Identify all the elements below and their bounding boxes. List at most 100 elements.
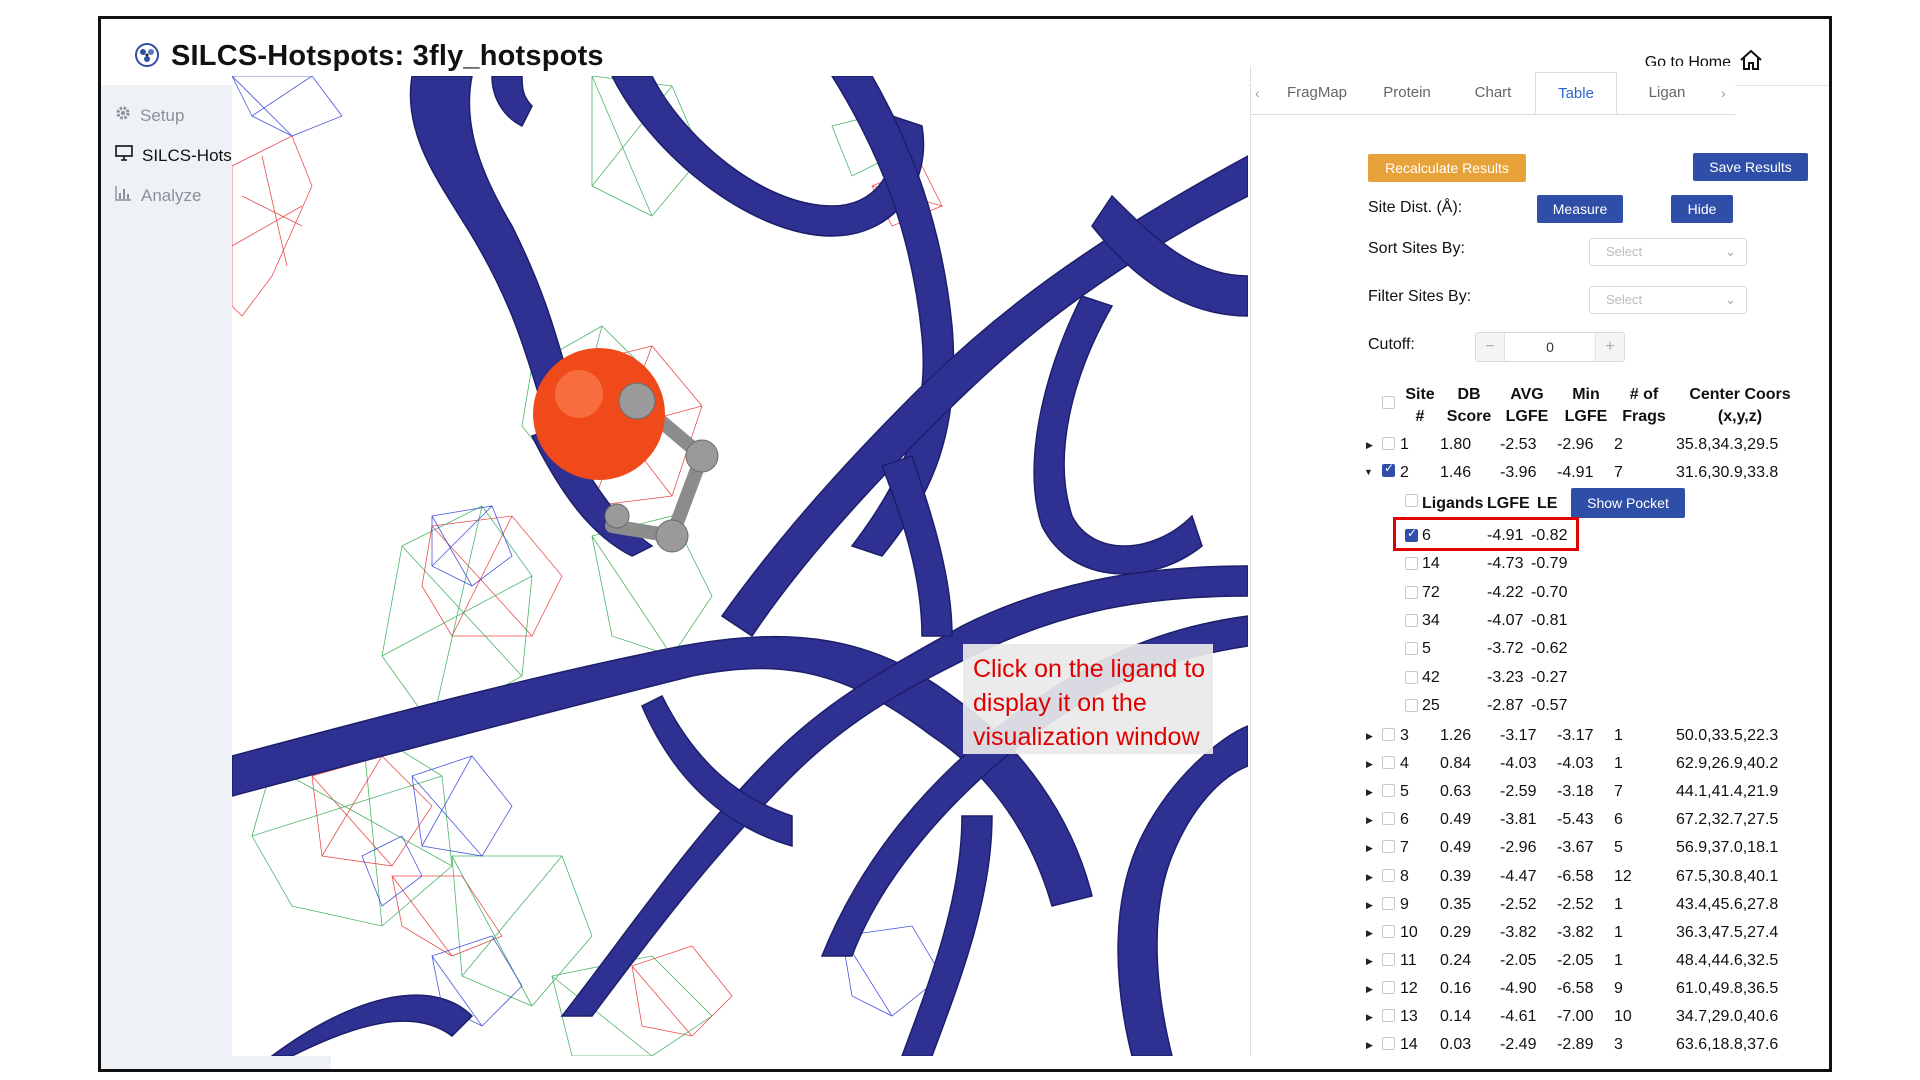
expand-caret-icon[interactable]: ▶ xyxy=(1366,956,1373,967)
chevron-left-icon[interactable]: ‹ xyxy=(1255,72,1260,114)
ligand-checkbox[interactable] xyxy=(1405,671,1418,684)
site-number: 9 xyxy=(1400,896,1409,913)
ligand-le: -0.62 xyxy=(1531,640,1568,657)
frags: 2 xyxy=(1614,436,1623,453)
db-score: 0.03 xyxy=(1440,1036,1472,1053)
expand-caret-icon[interactable]: ▶ xyxy=(1366,440,1373,451)
site-number: 5 xyxy=(1400,783,1409,800)
silcs-logo-icon xyxy=(134,42,160,73)
recalculate-results-button[interactable]: Recalculate Results xyxy=(1368,154,1526,182)
db-score: 0.63 xyxy=(1440,783,1472,800)
center-coors: 43.4,45.6,27.8 xyxy=(1676,896,1779,913)
tab-chart[interactable]: Chart xyxy=(1453,72,1533,114)
db-score: 0.84 xyxy=(1440,755,1472,772)
avg-lgfe: -3.81 xyxy=(1500,811,1537,828)
row-checkbox[interactable] xyxy=(1382,869,1395,882)
row-checkbox[interactable] xyxy=(1382,461,1395,477)
avg-lgfe: -4.03 xyxy=(1500,755,1537,772)
row-checkbox[interactable] xyxy=(1382,840,1395,853)
row-checkbox[interactable] xyxy=(1382,784,1395,797)
center-coors: 31.6,30.9,33.8 xyxy=(1676,464,1779,481)
site-number: 11 xyxy=(1400,952,1417,969)
expand-caret-icon[interactable]: ▶ xyxy=(1366,843,1373,854)
save-results-button[interactable]: Save Results xyxy=(1693,153,1808,181)
row-checkbox[interactable] xyxy=(1382,953,1395,966)
decrement-button[interactable]: − xyxy=(1476,333,1504,361)
avg-lgfe: -4.47 xyxy=(1500,868,1537,885)
select-all-checkbox[interactable] xyxy=(1382,396,1395,409)
ligand-checkbox[interactable] xyxy=(1405,642,1418,655)
chevron-right-icon[interactable]: › xyxy=(1721,72,1726,114)
expand-caret-icon[interactable]: ▶ xyxy=(1366,984,1373,995)
show-pocket-button[interactable]: Show Pocket xyxy=(1571,488,1685,518)
ligand-select-all-checkbox[interactable] xyxy=(1405,494,1418,507)
avg-lgfe: -3.96 xyxy=(1500,464,1537,481)
ligand-le: -0.79 xyxy=(1531,555,1568,572)
row-checkbox[interactable] xyxy=(1382,897,1395,910)
row-checkbox[interactable] xyxy=(1382,925,1395,938)
ligand-lgfe: -3.72 xyxy=(1487,640,1524,657)
center-coors: 62.9,26.9,40.2 xyxy=(1676,755,1779,772)
sort-sites-select[interactable]: Select ⌄ xyxy=(1589,238,1747,266)
sidebar-item-analyze[interactable]: Analyze xyxy=(115,185,201,206)
min-lgfe: -5.43 xyxy=(1557,811,1594,828)
ligand-highlight-box xyxy=(1393,517,1579,551)
avg-lgfe: -2.96 xyxy=(1500,839,1537,856)
filter-sites-select[interactable]: Select ⌄ xyxy=(1589,286,1747,314)
ligand-lgfe: -4.07 xyxy=(1487,612,1524,629)
expand-caret-icon[interactable]: ▶ xyxy=(1366,872,1373,883)
row-checkbox[interactable] xyxy=(1382,1009,1395,1022)
header-site-l2: # xyxy=(1415,408,1425,425)
row-checkbox[interactable] xyxy=(1382,728,1395,741)
expand-caret-icon[interactable]: ▶ xyxy=(1366,759,1373,770)
expand-caret-icon[interactable]: ▶ xyxy=(1366,731,1373,742)
tab-table[interactable]: Table xyxy=(1535,72,1617,114)
ligands-header: Ligands xyxy=(1422,495,1484,512)
visualization-window[interactable] xyxy=(232,76,1248,1056)
row-checkbox[interactable] xyxy=(1382,981,1395,994)
expand-caret-icon[interactable]: ▶ xyxy=(1366,787,1373,798)
avg-lgfe: -3.17 xyxy=(1500,727,1537,744)
le-header: LE xyxy=(1537,495,1558,512)
min-lgfe: -7.00 xyxy=(1557,1008,1594,1025)
tab-protein[interactable]: Protein xyxy=(1363,72,1451,114)
min-lgfe: -4.91 xyxy=(1557,464,1594,481)
measure-button[interactable]: Measure xyxy=(1537,195,1623,223)
min-lgfe: -2.96 xyxy=(1557,436,1594,453)
sort-sites-placeholder: Select xyxy=(1606,244,1643,259)
expand-caret-icon[interactable]: ▶ xyxy=(1366,1012,1373,1023)
annotation-text: Click on the ligand to display it on the… xyxy=(973,655,1206,751)
ligand-checkbox[interactable] xyxy=(1405,586,1418,599)
home-icon xyxy=(1739,49,1763,76)
ligand-checkbox[interactable] xyxy=(1405,614,1418,627)
avg-lgfe: -2.05 xyxy=(1500,952,1537,969)
center-coors: 44.1,41.4,21.9 xyxy=(1676,783,1779,800)
expand-caret-icon[interactable]: ▶ xyxy=(1366,928,1373,939)
ligand-checkbox[interactable] xyxy=(1405,699,1418,712)
db-score: 0.14 xyxy=(1440,1008,1472,1025)
panel-tabs: ‹ FragMap Protein Chart Table Ligan › xyxy=(1251,72,1735,115)
center-coors: 34.7,29.0,40.6 xyxy=(1676,1008,1779,1025)
hide-button[interactable]: Hide xyxy=(1671,195,1733,223)
site-number: 1 xyxy=(1400,436,1409,453)
cutoff-value[interactable]: 0 xyxy=(1504,333,1596,361)
tab-fragmap[interactable]: FragMap xyxy=(1273,72,1361,114)
row-checkbox[interactable] xyxy=(1382,437,1395,450)
collapse-caret-icon[interactable]: ▼ xyxy=(1364,467,1373,477)
sidebar-item-setup[interactable]: Setup xyxy=(115,105,184,126)
increment-button[interactable]: + xyxy=(1596,333,1624,361)
sidebar-item-label: Analyze xyxy=(141,185,202,205)
expand-caret-icon[interactable]: ▶ xyxy=(1366,1040,1373,1051)
site-number: 13 xyxy=(1400,1008,1418,1025)
row-checkbox[interactable] xyxy=(1382,812,1395,825)
site-number: 2 xyxy=(1400,464,1409,481)
expand-caret-icon[interactable]: ▶ xyxy=(1366,815,1373,826)
ligand-checkbox[interactable] xyxy=(1405,557,1418,570)
db-score: 1.46 xyxy=(1440,464,1472,481)
frags: 7 xyxy=(1614,783,1623,800)
row-checkbox[interactable] xyxy=(1382,1037,1395,1050)
row-checkbox[interactable] xyxy=(1382,756,1395,769)
tab-ligand[interactable]: Ligan xyxy=(1619,72,1715,114)
expand-caret-icon[interactable]: ▶ xyxy=(1366,900,1373,911)
center-coors: 36.3,47.5,27.4 xyxy=(1676,924,1779,941)
